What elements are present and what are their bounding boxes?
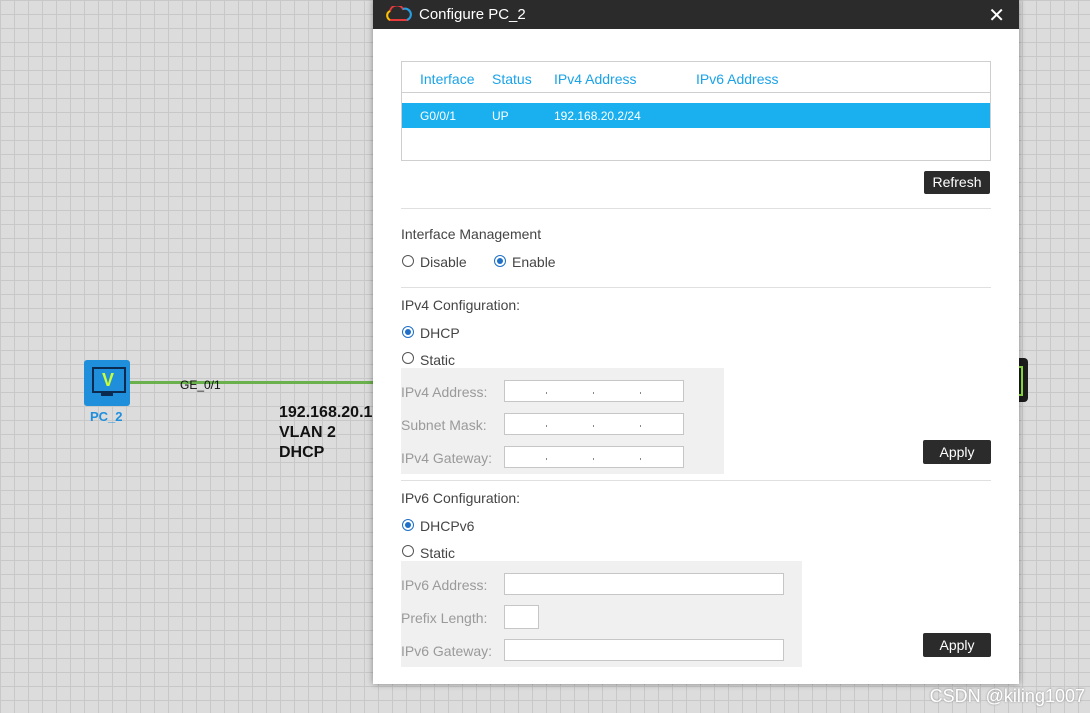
radio-enable-label[interactable]: Enable bbox=[512, 254, 556, 270]
ipv4-gateway-input[interactable] bbox=[504, 446, 684, 468]
ipv6-gateway-input[interactable] bbox=[504, 639, 784, 661]
cloud-icon bbox=[384, 4, 412, 25]
divider bbox=[401, 480, 991, 481]
info-line-vlan: VLAN 2 bbox=[279, 424, 336, 441]
radio-ipv4-dhcp-label[interactable]: DHCP bbox=[420, 325, 460, 341]
radio-ipv6-dhcpv6-label[interactable]: DHCPv6 bbox=[420, 518, 474, 534]
header-status: Status bbox=[492, 71, 532, 87]
cell-ipv4: 192.168.20.2/24 bbox=[554, 109, 641, 123]
ipv6-address-input[interactable] bbox=[504, 573, 784, 595]
interface-table: Interface Status IPv4 Address IPv6 Addre… bbox=[401, 61, 991, 161]
pc-info-label: 192.168.20.1 VLAN 2 DHCP bbox=[279, 403, 372, 463]
ipv4-gateway-label: IPv4 Gateway: bbox=[401, 450, 493, 466]
radio-disable-label[interactable]: Disable bbox=[420, 254, 467, 270]
ipv6-apply-button[interactable]: Apply bbox=[923, 633, 991, 657]
ipv4-address-label: IPv4 Address: bbox=[401, 384, 488, 400]
subnet-mask-label: Subnet Mask: bbox=[401, 417, 487, 433]
ipv6-static-panel: IPv6 Address: Prefix Length: IPv6 Gatewa… bbox=[401, 561, 802, 667]
table-row[interactable]: G0/0/1 UP 192.168.20.2/24 bbox=[402, 103, 990, 128]
monitor-icon: V bbox=[92, 367, 126, 393]
network-link[interactable] bbox=[130, 381, 380, 384]
dialog-title: Configure PC_2 bbox=[419, 6, 526, 23]
header-interface: Interface bbox=[420, 71, 475, 87]
radio-ipv4-dhcp[interactable] bbox=[402, 326, 414, 338]
radio-enable[interactable] bbox=[494, 255, 506, 267]
refresh-button[interactable]: Refresh bbox=[924, 171, 990, 194]
cell-status: UP bbox=[492, 109, 509, 123]
cell-interface: G0/0/1 bbox=[420, 109, 457, 123]
ipv6-address-label: IPv6 Address: bbox=[401, 577, 488, 593]
watermark: CSDN @kiling1007 bbox=[929, 686, 1085, 706]
prefix-length-input[interactable] bbox=[504, 605, 539, 629]
ipv4-config-label: IPv4 Configuration: bbox=[401, 297, 521, 313]
header-ipv6: IPv6 Address bbox=[696, 71, 779, 87]
info-line-ip: 192.168.20.1 bbox=[279, 404, 373, 421]
pc-node[interactable]: V bbox=[84, 360, 130, 406]
pc-label: PC_2 bbox=[90, 409, 123, 424]
subnet-mask-input[interactable] bbox=[504, 413, 684, 435]
ipv4-static-panel: IPv4 Address: Subnet Mask: IPv4 Gateway: bbox=[401, 368, 724, 474]
close-icon[interactable]: ✕ bbox=[988, 3, 1005, 28]
radio-ipv6-static[interactable] bbox=[402, 545, 414, 557]
table-header: Interface Status IPv4 Address IPv6 Addre… bbox=[402, 62, 990, 93]
radio-ipv6-static-label[interactable]: Static bbox=[420, 545, 455, 561]
radio-ipv4-static[interactable] bbox=[402, 352, 414, 364]
info-line-mode: DHCP bbox=[279, 444, 325, 461]
monitor-stand bbox=[101, 393, 113, 396]
dialog-titlebar[interactable]: Configure PC_2 ✕ bbox=[373, 0, 1019, 29]
configure-dialog: Configure PC_2 ✕ Interface Status IPv4 A… bbox=[373, 0, 1019, 684]
header-ipv4: IPv4 Address bbox=[554, 71, 637, 87]
pc-glyph: V bbox=[102, 370, 115, 390]
radio-ipv6-dhcpv6[interactable] bbox=[402, 519, 414, 531]
ipv6-config-label: IPv6 Configuration: bbox=[401, 490, 521, 506]
interface-mgmt-label: Interface Management bbox=[401, 226, 542, 242]
prefix-length-label: Prefix Length: bbox=[401, 610, 488, 626]
divider bbox=[401, 208, 991, 209]
divider bbox=[401, 287, 991, 288]
ipv4-address-input[interactable] bbox=[504, 380, 684, 402]
radio-disable[interactable] bbox=[402, 255, 414, 267]
ipv4-apply-button[interactable]: Apply bbox=[923, 440, 991, 464]
ipv6-gateway-label: IPv6 Gateway: bbox=[401, 643, 493, 659]
port-label: GE_0/1 bbox=[180, 378, 221, 392]
radio-ipv4-static-label[interactable]: Static bbox=[420, 352, 455, 368]
